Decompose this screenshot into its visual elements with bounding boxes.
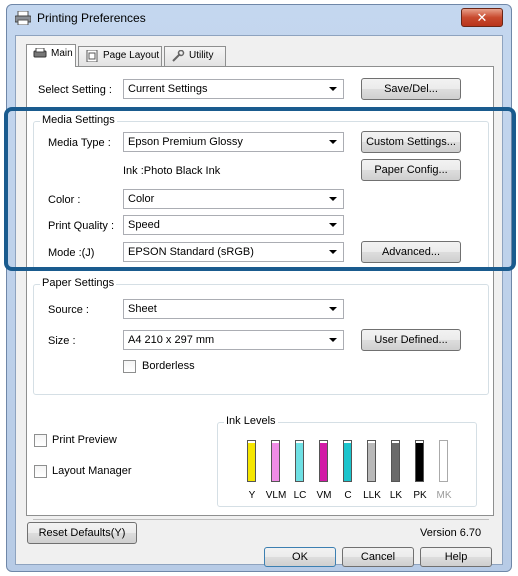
main-tab-panel: Select Setting : Current Settings Save/D… [26, 66, 494, 520]
ink-fill-y [248, 443, 255, 481]
print-preview-label: Print Preview [52, 434, 117, 446]
chevron-down-icon [329, 307, 337, 311]
ink-fill-c [344, 443, 351, 481]
ink-bar-c [343, 440, 352, 482]
tab-page-layout-label: Page Layout [103, 50, 160, 61]
ink-type-text: Ink :Photo Black Ink [123, 165, 221, 177]
ink-fill-pk [416, 443, 423, 481]
ink-label-lc: LC [293, 490, 307, 501]
source-value: Sheet [128, 303, 157, 315]
window-title: Printing Preferences [37, 11, 146, 25]
print-quality-label: Print Quality : [48, 220, 115, 232]
layout-manager-label: Layout Manager [52, 465, 132, 477]
chevron-down-icon [329, 250, 337, 254]
chevron-down-icon [329, 87, 337, 91]
media-settings-title: Media Settings [40, 114, 117, 126]
ink-fill-vlm [272, 443, 279, 481]
title-bar: Printing Preferences ✕ [7, 5, 511, 31]
paper-config-button[interactable]: Paper Config... [361, 159, 461, 181]
version-text: Version 6.70 [420, 527, 482, 539]
media-type-combo[interactable]: Epson Premium Glossy [123, 132, 344, 152]
ink-fill-llk [368, 443, 375, 481]
select-setting-combo[interactable]: Current Settings [123, 79, 344, 99]
chevron-down-icon [329, 223, 337, 227]
close-button[interactable]: ✕ [461, 8, 503, 27]
tab-utility-label: Utility [189, 50, 214, 61]
layout-manager-checkbox[interactable] [34, 465, 47, 478]
chevron-down-icon [329, 197, 337, 201]
ink-bar-vlm [271, 440, 280, 482]
tab-main[interactable]: Main [26, 44, 76, 67]
wrench-icon [172, 50, 185, 62]
mode-label: Mode :(J) [48, 247, 95, 259]
dialog-client-area: Main Page Layout Utility Select Setting … [15, 35, 503, 567]
chevron-down-icon [329, 338, 337, 342]
ink-bar-mk [439, 440, 448, 482]
paper-settings-title: Paper Settings [40, 277, 117, 289]
ink-fill-lc [296, 443, 303, 481]
ink-bar-y [247, 440, 256, 482]
media-type-value: Epson Premium Glossy [128, 136, 243, 148]
user-defined-button[interactable]: User Defined... [361, 329, 461, 351]
select-setting-value: Current Settings [128, 83, 208, 95]
save-del-button[interactable]: Save/Del... [361, 78, 461, 100]
print-quality-combo[interactable]: Speed [123, 215, 344, 235]
size-label: Size : [48, 335, 76, 347]
printer-icon [15, 11, 31, 25]
ink-label-pk: PK [413, 490, 427, 501]
print-quality-value: Speed [128, 219, 160, 231]
ok-button[interactable]: OK [264, 547, 336, 567]
color-label: Color : [48, 194, 81, 206]
ink-label-lk: LK [389, 490, 403, 501]
ink-bar-vm [319, 440, 328, 482]
ink-bar-lc [295, 440, 304, 482]
tab-main-label: Main [51, 48, 73, 59]
print-preview-checkbox[interactable] [34, 434, 47, 447]
size-value: A4 210 x 297 mm [128, 334, 215, 346]
ink-label-y: Y [248, 490, 256, 501]
printer-icon [33, 48, 47, 58]
ink-label-vm: VM [316, 490, 332, 501]
borderless-checkbox[interactable] [123, 360, 136, 373]
media-type-label: Media Type : [48, 137, 111, 149]
ink-bar-lk [391, 440, 400, 482]
ink-bar-pk [415, 440, 424, 482]
printing-preferences-window: Printing Preferences ✕ Main Page Layout [6, 4, 512, 572]
mode-value: EPSON Standard (sRGB) [128, 246, 254, 258]
help-button[interactable]: Help [420, 547, 492, 567]
reset-defaults-button[interactable]: Reset Defaults(Y) [27, 522, 137, 544]
ink-levels-title: Ink Levels [224, 415, 278, 427]
ink-fill-lk [392, 443, 399, 481]
page-icon [86, 50, 98, 62]
chevron-down-icon [329, 140, 337, 144]
separator [33, 519, 489, 520]
size-combo[interactable]: A4 210 x 297 mm [123, 330, 344, 350]
ink-label-mk: MK [436, 490, 452, 501]
source-combo[interactable]: Sheet [123, 299, 344, 319]
tab-page-layout[interactable]: Page Layout [78, 46, 162, 66]
borderless-label: Borderless [142, 360, 195, 372]
select-setting-label: Select Setting : [38, 84, 112, 96]
ink-label-c: C [344, 490, 352, 501]
advanced-button[interactable]: Advanced... [361, 241, 461, 263]
ink-label-llk: LLK [363, 490, 381, 501]
color-combo[interactable]: Color [123, 189, 344, 209]
tab-utility[interactable]: Utility [164, 46, 226, 66]
color-value: Color [128, 193, 155, 205]
cancel-button[interactable]: Cancel [342, 547, 414, 567]
ink-label-vlm: VLM [265, 490, 287, 501]
ink-bar-llk [367, 440, 376, 482]
custom-settings-button[interactable]: Custom Settings... [361, 131, 461, 153]
ink-fill-vm [320, 443, 327, 481]
mode-combo[interactable]: EPSON Standard (sRGB) [123, 242, 344, 262]
source-label: Source : [48, 304, 89, 316]
